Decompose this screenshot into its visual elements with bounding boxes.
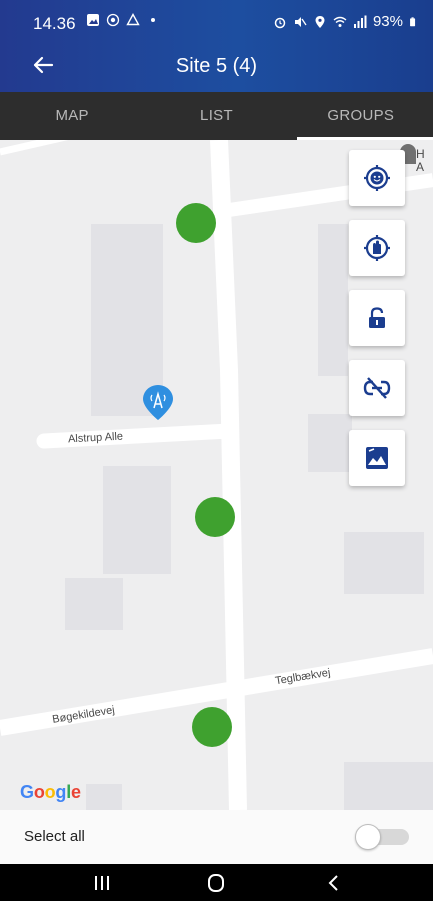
signal-icon bbox=[353, 15, 367, 28]
wifi-icon bbox=[333, 16, 347, 27]
alarm-icon bbox=[274, 17, 286, 28]
location-icon bbox=[315, 15, 325, 28]
circle-icon bbox=[106, 13, 120, 27]
unlock-button[interactable] bbox=[349, 290, 405, 346]
target-hand-button[interactable] bbox=[349, 220, 405, 276]
image-icon bbox=[87, 14, 99, 26]
toggle-thumb bbox=[355, 824, 381, 850]
target-face-button[interactable] bbox=[349, 150, 405, 206]
app-bar: Site 5 (4) bbox=[0, 40, 433, 92]
status-time: 14.36 bbox=[33, 14, 76, 33]
site-marker[interactable] bbox=[176, 203, 216, 243]
tab-groups[interactable]: GROUPS bbox=[289, 92, 433, 140]
back-nav-icon[interactable] bbox=[314, 868, 354, 898]
mute-icon bbox=[294, 16, 307, 27]
unlink-icon bbox=[363, 377, 391, 399]
tab-bar: MAP LIST GROUPS bbox=[0, 92, 433, 140]
image-icon bbox=[366, 447, 388, 469]
map-view[interactable]: Alstrup Alle Teglbækvej Bøgekildevej H A bbox=[0, 140, 433, 810]
drive-icon bbox=[126, 13, 140, 26]
site-marker[interactable] bbox=[192, 707, 232, 747]
page-title: Site 5 (4) bbox=[175, 55, 258, 77]
recent-apps-icon[interactable] bbox=[82, 868, 122, 898]
image-button[interactable] bbox=[349, 430, 405, 486]
target-face-icon bbox=[364, 165, 390, 191]
place-label: H A bbox=[416, 147, 425, 174]
unlock-icon bbox=[369, 307, 385, 328]
system-nav-bar bbox=[0, 864, 433, 901]
dot-icon bbox=[151, 18, 155, 22]
tab-map[interactable]: MAP bbox=[0, 92, 144, 140]
tab-list[interactable]: LIST bbox=[144, 92, 288, 140]
battery-label: 93% bbox=[372, 13, 403, 30]
top-bar: 14.36 93% Site 5 (4) bbox=[0, 0, 433, 92]
battery-icon bbox=[410, 16, 416, 26]
unlink-button[interactable] bbox=[349, 360, 405, 416]
home-icon[interactable] bbox=[196, 868, 236, 898]
site-marker[interactable] bbox=[195, 497, 235, 537]
select-all-label: Select all bbox=[24, 828, 85, 845]
select-all-toggle[interactable] bbox=[355, 824, 409, 850]
select-all-bar: Select all bbox=[0, 810, 433, 864]
target-hand-icon bbox=[364, 235, 390, 261]
status-bar: 14.36 93% bbox=[0, 0, 433, 40]
google-logo: Google bbox=[20, 782, 81, 802]
